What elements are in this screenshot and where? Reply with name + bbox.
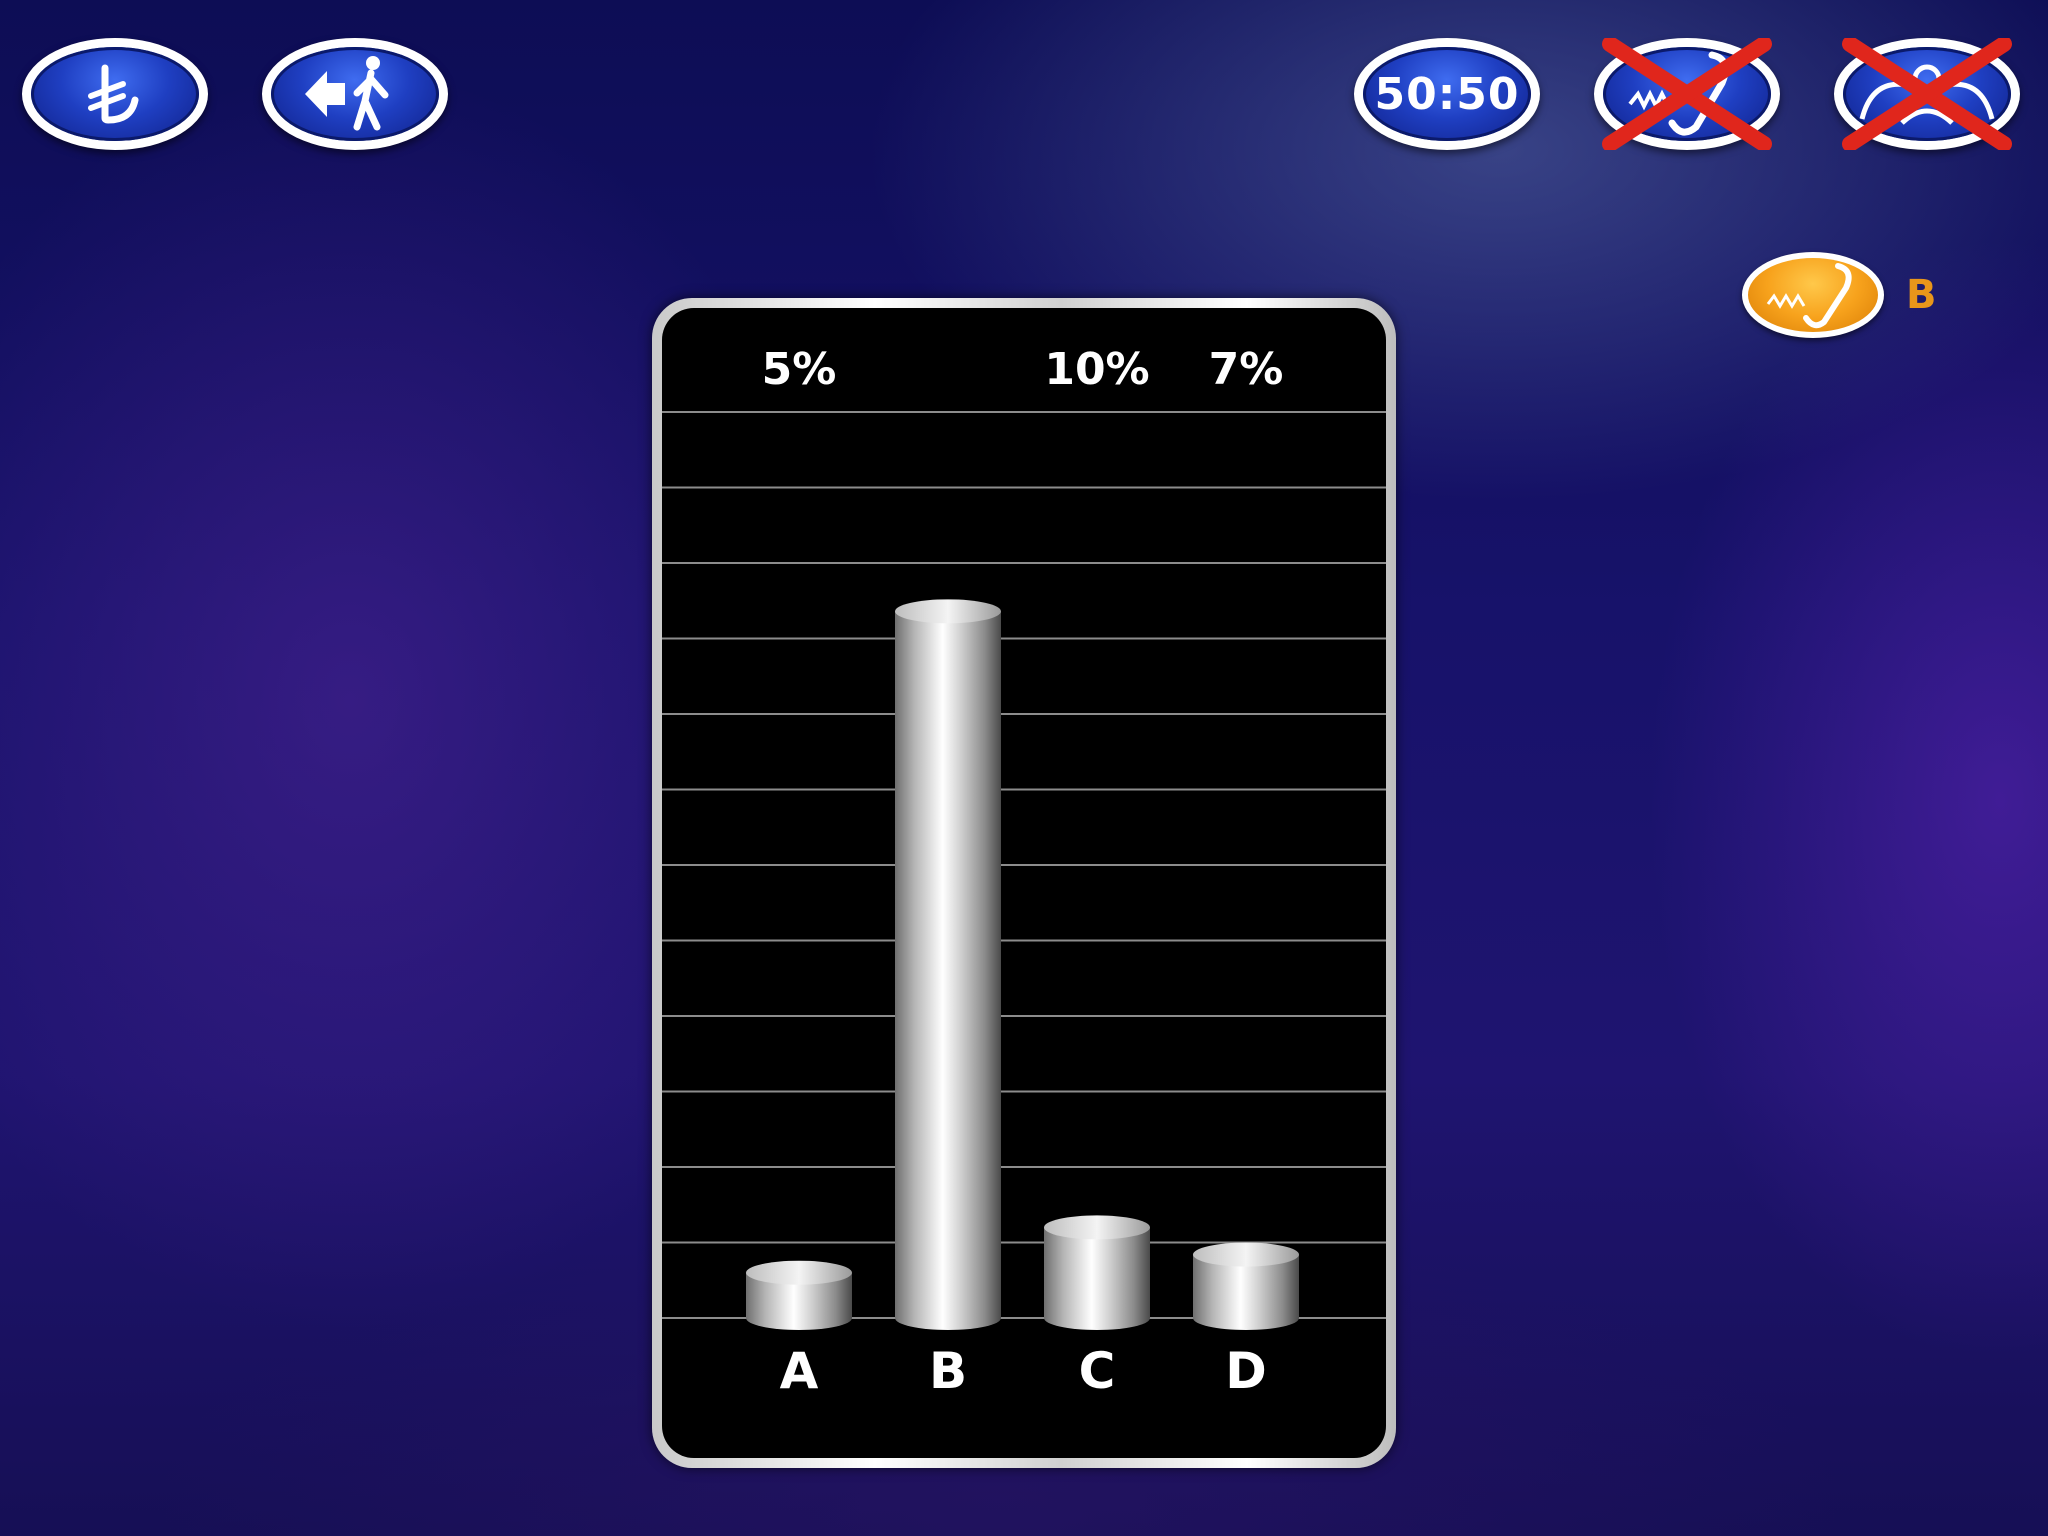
category-label-B: B [929, 1342, 967, 1400]
fifty-fifty-button[interactable]: 50:50 [1354, 38, 1540, 150]
walk-away-icon [305, 56, 389, 131]
category-label-D: D [1225, 1342, 1267, 1400]
fifty-fifty-label: 50:50 [1374, 68, 1520, 120]
bar-C [1044, 1215, 1150, 1330]
bar-B [895, 599, 1001, 1330]
percent-label-D: 7% [1209, 344, 1284, 395]
phone-answer: B [1906, 272, 1937, 318]
phone-a-friend-icon [1628, 51, 1729, 136]
money-button[interactable] [22, 38, 208, 150]
walk-away-button[interactable] [262, 38, 448, 150]
lira-icon [88, 64, 139, 124]
bar-D [1193, 1242, 1299, 1330]
audience-chart: 5% 10% 7% A B C D [662, 344, 1386, 1400]
phone-result-badge [1742, 252, 1884, 338]
phone-icon [1766, 263, 1852, 329]
bar-A [746, 1260, 852, 1330]
percent-label-A: 5% [762, 344, 837, 395]
category-label-C: C [1079, 1342, 1116, 1400]
phone-a-friend-button[interactable] [1594, 38, 1780, 150]
category-label-A: A [780, 1342, 819, 1400]
ask-the-audience-button[interactable] [1834, 38, 2020, 150]
audience-chart-panel: 5% 10% 7% A B C D [652, 298, 1396, 1468]
percent-label-C: 10% [1044, 344, 1149, 395]
ask-the-audience-icon [1859, 64, 1995, 125]
